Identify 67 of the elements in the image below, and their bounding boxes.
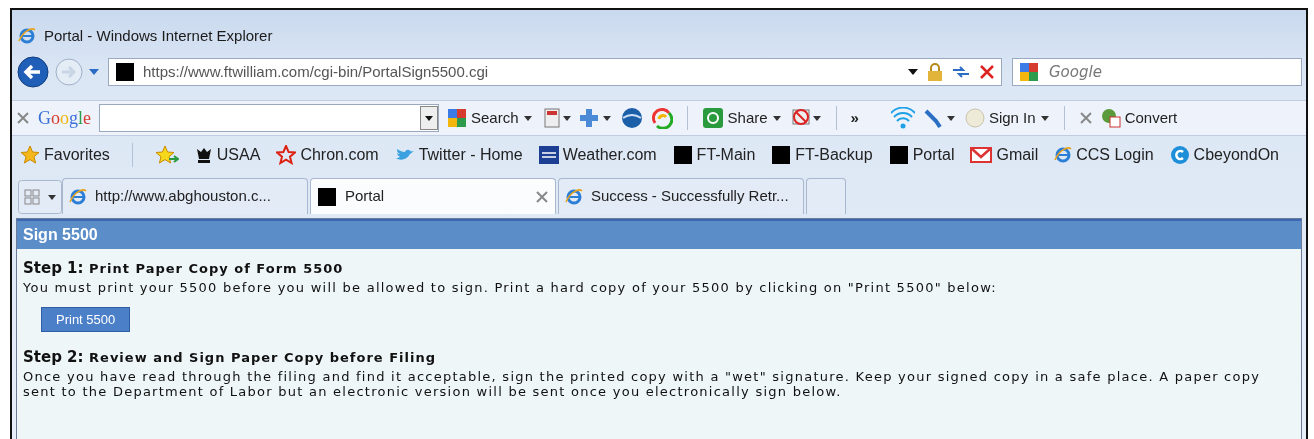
globe-icon[interactable] [620,107,643,129]
step-heading: Step 2: Review and Sign Paper Copy before Filing [23,347,437,368]
star-icon [276,145,297,165]
toolbar-button[interactable]: Sign In [964,106,1050,130]
google-logo-icon [447,108,467,128]
favorite-link[interactable]: FT-Backup [771,143,873,167]
search-field[interactable]: Google [1012,58,1302,86]
google-logo: Google [38,106,91,130]
star-icon [20,145,40,165]
site-logo-icon [317,186,337,207]
swirl-icon[interactable] [650,107,673,129]
caret-icon [522,114,533,122]
dropdown-arrow-icon[interactable] [907,68,919,76]
site-logo-icon [888,145,909,165]
plus-icon[interactable] [578,107,613,129]
close-icon[interactable] [535,189,549,204]
toolbar-button[interactable]: Search [447,106,533,130]
more-button[interactable]: » [850,106,859,130]
page-heading: Sign 5500 [17,219,1301,249]
favorite-link[interactable]: Weather.com [538,143,657,167]
favorite-link[interactable]: USAA [194,143,261,167]
stop-icon[interactable] [979,64,995,80]
site-logo-icon [115,62,135,82]
favorite-link[interactable]: CCS Login [1054,143,1154,167]
favorite-link[interactable]: Gmail [970,143,1039,167]
browser-tab[interactable]: Portal [310,178,556,214]
close-icon[interactable] [16,111,30,125]
favorite-link[interactable]: CbeyondOn [1169,143,1279,167]
step-heading: Step 1: Print Paper Copy of Form 5500 [23,258,345,279]
instruction-text: You must print your 5500 before you will be allowed to sign. Print a hard copy of your 5500 by clicking on "Print 5500" below: [23,279,998,295]
instruction-text: sent to the Department of Labor but an electronic version will be sent once you electronically sign below. [23,383,842,399]
address-field[interactable]: https://www.ftwilliam.com/cgi-bin/PortalSign5500.cgi [108,58,1002,86]
bird-icon [394,147,415,163]
caret-icon [1039,114,1050,122]
search-input[interactable]: Google [1047,59,1295,85]
window-title: Portal - Windows Internet Explorer [44,25,273,46]
print-button[interactable]: Print 5500 [41,306,131,332]
add-favorite-icon[interactable] [154,145,179,165]
lock-icon [927,62,943,82]
mail-icon [970,147,993,163]
favorite-link[interactable]: Twitter - Home [394,143,523,167]
browser-icon [69,187,87,206]
share-icon [701,107,724,129]
search-input[interactable] [99,104,439,132]
globe-pdf-icon [1100,108,1121,128]
convert-button[interactable]: Convert [1100,106,1178,130]
site-logo-icon [672,145,693,165]
caret-icon [771,114,782,122]
favorite-link[interactable]: Chron.com [276,143,379,167]
wifi-icon [890,107,915,129]
browser-icon [565,187,583,206]
site-logo-icon [771,145,792,165]
browser-tab[interactable]: Success - Successfully Retr... [558,178,804,214]
toolbar-button[interactable]: Share [701,106,782,130]
browser-tab[interactable]: http://www.abghouston.c... [62,178,308,214]
close-icon[interactable] [1078,111,1093,125]
back-button[interactable] [16,55,50,89]
browser-icon [1054,146,1073,164]
favorites-button[interactable]: Favorites [20,143,110,167]
c-circle-icon [1169,145,1190,165]
instruction-text: Once you have read through the filing and find it acceptable, sign the printed copy with a "wet" signature. Keep your signed copy in a safe place. A paper copy [23,368,1262,384]
weather-logo-icon [538,146,559,164]
google-logo-icon [1019,62,1039,82]
browser-icon [18,27,36,45]
favorite-link[interactable]: Portal [888,143,955,167]
favorite-link[interactable]: FT-Main [672,143,756,167]
user-circle-icon [964,108,985,128]
